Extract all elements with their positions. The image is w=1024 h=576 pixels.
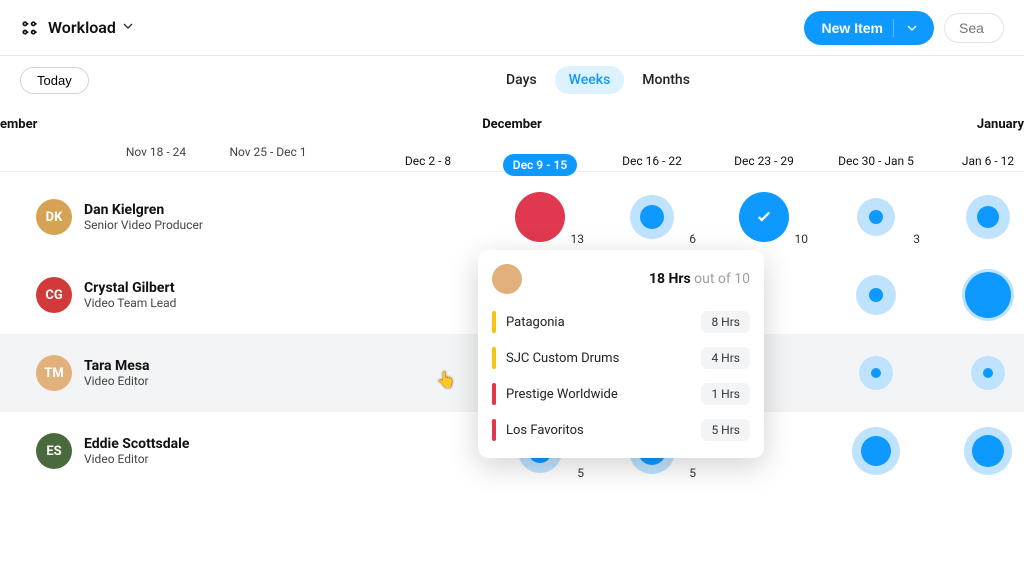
today-button[interactable]: Today — [20, 67, 89, 94]
tab-weeks[interactable]: Weeks — [555, 66, 625, 94]
workload-cell[interactable]: 13 — [484, 178, 596, 256]
week-col[interactable]: Nov 25 - Dec 1 — [212, 145, 324, 159]
person-name: Eddie Scottsdale — [84, 436, 189, 452]
person-name: Dan Kielgren — [84, 202, 203, 218]
task-hours: 4 Hrs — [701, 347, 750, 369]
hours-summary: 18 Hrs out of 10 — [649, 271, 750, 287]
task-row[interactable]: SJC Custom Drums 4 Hrs — [492, 340, 750, 376]
person-role: Video Team Lead — [84, 296, 176, 310]
month-label: January — [977, 117, 1024, 132]
workload-cell[interactable]: 2 — [932, 334, 1024, 412]
workload-cell[interactable] — [372, 412, 484, 490]
workload-cell[interactable]: 6 — [596, 178, 708, 256]
cell-value: 3 — [913, 232, 920, 246]
cell-value: 6 — [689, 232, 696, 246]
person-cell[interactable]: CG Crystal Gilbert Video Team Lead — [0, 277, 260, 313]
workload-cell[interactable]: 4 — [932, 178, 1024, 256]
workload-cell[interactable] — [372, 334, 484, 412]
workload-cell[interactable] — [260, 178, 372, 256]
cell-value: 10 — [795, 232, 809, 246]
person-role: Senior Video Producer — [84, 218, 203, 232]
avatar: ES — [36, 433, 72, 469]
task-name: SJC Custom Drums — [506, 351, 691, 366]
tab-days[interactable]: Days — [492, 66, 551, 94]
workload-cell[interactable] — [260, 412, 372, 490]
week-col[interactable]: Nov 18 - 24 — [100, 145, 212, 159]
search-input[interactable] — [944, 13, 1004, 43]
workload-cell[interactable]: 7 — [932, 412, 1024, 490]
workload-cell[interactable] — [260, 256, 372, 334]
page-title[interactable]: Workload — [48, 18, 116, 37]
person-cell[interactable]: DK Dan Kielgren Senior Video Producer — [0, 199, 260, 235]
avatar: CG — [36, 277, 72, 313]
month-label: ember — [0, 117, 60, 132]
new-item-label: New Item — [822, 20, 883, 36]
person-name: Crystal Gilbert — [84, 280, 176, 296]
range-tabs: Days Weeks Months — [492, 66, 704, 94]
workload-cell[interactable] — [820, 256, 932, 334]
task-row[interactable]: Los Favoritos 5 Hrs — [492, 412, 750, 448]
cell-value: 5 — [577, 466, 584, 480]
check-icon — [755, 208, 773, 226]
task-color-bar — [492, 383, 496, 405]
task-color-bar — [492, 347, 496, 369]
workload-cell[interactable]: 10 — [708, 178, 820, 256]
person-cell[interactable]: TM Tara Mesa Video Editor — [0, 355, 260, 391]
task-name: Prestige Worldwide — [506, 387, 691, 402]
tab-months[interactable]: Months — [628, 66, 704, 94]
task-name: Patagonia — [506, 315, 691, 330]
workload-cell[interactable] — [372, 178, 484, 256]
person-role: Video Editor — [84, 452, 189, 466]
workload-cell[interactable]: 9 — [932, 256, 1024, 334]
toolbar: Today Days Weeks Months — [0, 56, 1024, 104]
workload-cell[interactable] — [372, 256, 484, 334]
task-color-bar — [492, 419, 496, 441]
task-name: Los Favoritos — [506, 423, 691, 438]
person-role: Video Editor — [84, 374, 150, 388]
workload-cell[interactable]: 3 — [820, 178, 932, 256]
task-hours: 1 Hrs — [701, 383, 750, 405]
divider — [893, 19, 894, 37]
task-hours: 8 Hrs — [701, 311, 750, 333]
weeks-header: Nov 18 - 24 Nov 25 - Dec 1 — [0, 132, 1024, 172]
topbar: Workload New Item — [0, 0, 1024, 56]
avatar: DK — [36, 199, 72, 235]
person-row: DK Dan Kielgren Senior Video Producer 13… — [0, 178, 1024, 256]
person-name: Tara Mesa — [84, 358, 150, 374]
cell-value: 5 — [689, 466, 696, 480]
workload-cell[interactable] — [260, 334, 372, 412]
month-label: December — [482, 117, 542, 132]
cell-value: 13 — [571, 232, 585, 246]
new-item-button[interactable]: New Item — [804, 11, 934, 45]
workload-popover: 18 Hrs out of 10 Patagonia 8 Hrs SJC Cus… — [478, 250, 764, 458]
avatar: TM — [36, 355, 72, 391]
workload-cell[interactable] — [820, 412, 932, 490]
workload-icon — [20, 18, 40, 38]
task-row[interactable]: Prestige Worldwide 1 Hrs — [492, 376, 750, 412]
chevron-down-icon[interactable] — [904, 20, 920, 36]
task-color-bar — [492, 311, 496, 333]
chevron-down-icon[interactable] — [120, 18, 136, 38]
workload-cell[interactable] — [820, 334, 932, 412]
task-row[interactable]: Patagonia 8 Hrs — [492, 304, 750, 340]
avatar — [492, 264, 522, 294]
month-header: ember December January — [0, 104, 1024, 132]
person-cell[interactable]: ES Eddie Scottsdale Video Editor — [0, 433, 260, 469]
task-hours: 5 Hrs — [701, 419, 750, 441]
